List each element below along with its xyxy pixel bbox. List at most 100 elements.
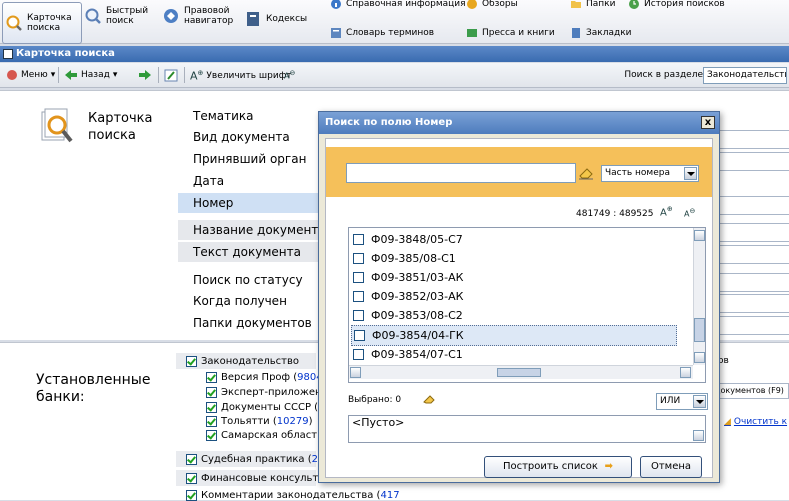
field-doc-folders[interactable]: Папки документов — [193, 313, 333, 333]
bank-finance[interactable]: Финансовые консульта — [186, 473, 324, 484]
list-item[interactable]: Ф09-3851/03-АК — [351, 268, 675, 287]
horizontal-scrollbar[interactable] — [349, 365, 693, 379]
checkbox[interactable] — [354, 330, 365, 341]
checkbox[interactable] — [206, 430, 217, 441]
field-input-box[interactable] — [718, 245, 789, 264]
checkbox[interactable] — [353, 253, 364, 264]
checkbox[interactable] — [186, 356, 197, 367]
checkbox[interactable] — [206, 372, 217, 383]
vertical-scrollbar[interactable] — [693, 228, 705, 365]
field-doc-text[interactable]: Текст документа — [178, 242, 333, 262]
field-doc-type[interactable]: Вид документа — [193, 127, 333, 147]
search-history-link[interactable]: История поисков — [628, 0, 725, 10]
legal-navigator-button[interactable]: Правовой навигатор — [162, 6, 233, 26]
codes-button[interactable]: Кодексы — [244, 10, 307, 28]
scroll-down-icon[interactable] — [693, 430, 704, 441]
list-item-label: Ф09-3848/05-С7 — [371, 233, 463, 246]
dialog-title-bar: Поиск по полю Номер — [319, 112, 719, 134]
quick-search-button[interactable]: Быстрый поиск — [84, 6, 148, 26]
bank-item[interactable]: Эксперт-приложени — [206, 387, 328, 398]
scroll-thumb[interactable] — [497, 368, 541, 377]
field-number[interactable]: Номер — [178, 193, 333, 213]
bank-legislation[interactable]: Законодательство — [186, 356, 299, 367]
font-larger-icon[interactable]: A⊕ — [660, 205, 673, 218]
forward-button[interactable] — [138, 69, 152, 81]
list-item[interactable]: Ф09-3854/07-С1 — [351, 345, 675, 364]
checkbox[interactable] — [206, 402, 217, 413]
logic-operator-select[interactable]: ИЛИ — [656, 393, 708, 410]
bank-item[interactable]: Версия Проф (9804 — [206, 372, 323, 383]
field-input-box[interactable] — [718, 130, 789, 149]
reference-info-link[interactable]: Справочная информация — [330, 0, 466, 10]
bank-item[interactable]: Самарская область — [206, 430, 323, 441]
search-card-button[interactable]: Карточка поиска — [2, 2, 82, 44]
list-item-label: Ф09-3851/03-АК — [371, 271, 464, 284]
checkbox[interactable] — [353, 272, 364, 283]
scroll-down-icon[interactable] — [694, 352, 705, 363]
back-button[interactable]: Назад ▾ — [64, 69, 117, 81]
documents-button[interactable]: документов (F9) — [710, 383, 789, 399]
chevron-down-icon[interactable] — [693, 395, 706, 408]
folders-link[interactable]: Папки — [570, 0, 615, 10]
field-status[interactable]: Поиск по статусу — [193, 270, 333, 290]
bank-comments[interactable]: Комментарии законодательства (417 — [186, 490, 400, 501]
codes-label: Кодексы — [266, 14, 308, 24]
search-card-icon — [41, 108, 73, 143]
scroll-right-icon[interactable] — [680, 367, 691, 378]
checkbox[interactable] — [353, 310, 364, 321]
checkbox[interactable] — [186, 473, 197, 484]
eraser-icon[interactable] — [422, 393, 436, 405]
field-input-box[interactable] — [718, 294, 789, 313]
bank-item[interactable]: Документы СССР ( — [206, 402, 318, 413]
scroll-up-icon[interactable] — [694, 230, 705, 241]
selected-values-box[interactable]: <Пусто> — [348, 415, 706, 443]
press-books-link[interactable]: Пресса и книги — [466, 27, 555, 39]
reviews-link[interactable]: Обзоры — [466, 0, 518, 10]
checkbox[interactable] — [186, 490, 197, 501]
close-button[interactable]: x — [701, 116, 715, 129]
eraser-icon[interactable] — [578, 166, 594, 180]
bookmark-icon — [572, 28, 580, 38]
build-list-button[interactable]: Построить список ➡ — [484, 456, 632, 478]
bank-court-practice[interactable]: Судебная практика (20 — [186, 454, 324, 465]
field-input-box[interactable] — [718, 273, 789, 292]
font-smaller-icon: A⊖ — [284, 69, 296, 81]
list-item[interactable]: Ф09-385/08-С1 — [351, 249, 675, 268]
navigator-icon — [164, 9, 178, 23]
checkbox[interactable] — [206, 416, 217, 427]
list-item[interactable]: Ф09-3853/08-С2 — [351, 306, 675, 325]
field-date[interactable]: Дата — [193, 171, 333, 191]
edit-button[interactable] — [164, 69, 178, 82]
checkbox[interactable] — [186, 454, 197, 465]
field-input-box[interactable] — [718, 196, 789, 215]
font-smaller-icon[interactable]: A⊖ — [684, 207, 695, 219]
cancel-button[interactable]: Отмена — [640, 456, 702, 478]
enlarge-font-button[interactable]: A⊕ Увеличить шрифт — [190, 69, 292, 83]
scroll-thumb[interactable] — [694, 318, 705, 342]
reduce-font-button[interactable]: A⊖ — [284, 69, 295, 81]
field-doc-title[interactable]: Название документа — [178, 220, 333, 240]
search-section-select[interactable]: Законодательство — [703, 67, 787, 84]
checkbox[interactable] — [353, 234, 364, 245]
menu-button[interactable]: Меню ▾ — [6, 69, 55, 81]
checkbox[interactable] — [353, 291, 364, 302]
field-input-box[interactable] — [718, 316, 789, 335]
number-search-input[interactable] — [346, 163, 576, 183]
bank-item[interactable]: Тольятти (10279) — [206, 416, 312, 427]
chevron-down-icon[interactable] — [684, 167, 697, 180]
field-topic[interactable]: Тематика — [193, 106, 333, 126]
list-item[interactable]: Ф09-3848/05-С7 — [351, 230, 675, 249]
list-item[interactable]: Ф09-3852/03-АК — [351, 287, 675, 306]
field-input-box[interactable] — [718, 152, 789, 171]
scroll-left-icon[interactable] — [350, 367, 361, 378]
checkbox[interactable] — [206, 387, 217, 398]
clear-card-link[interactable]: ◢ Очистить к — [724, 417, 787, 427]
field-received[interactable]: Когда получен — [193, 291, 333, 311]
list-item-selected[interactable]: Ф09-3854/04-ГК — [351, 325, 677, 346]
terms-dictionary-link[interactable]: Словарь терминов — [330, 27, 434, 39]
checkbox[interactable] — [353, 349, 364, 360]
bookmarks-link[interactable]: Закладки — [570, 27, 632, 39]
search-mode-select[interactable]: Часть номера — [601, 165, 699, 182]
field-issuing-body[interactable]: Принявший орган — [193, 149, 333, 169]
field-input-box[interactable] — [718, 223, 789, 242]
